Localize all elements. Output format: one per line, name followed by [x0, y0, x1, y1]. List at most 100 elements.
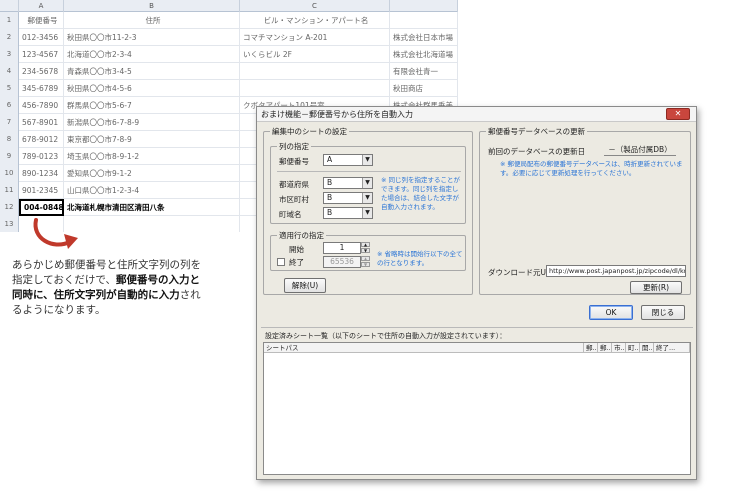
sheet-cell[interactable]: 890-1234: [19, 165, 64, 182]
sheet-cell[interactable]: 群馬県〇〇市5-6-7: [64, 97, 240, 114]
end-row-stepper[interactable]: 65536 ▲ ▼: [323, 256, 370, 268]
sheet-cell[interactable]: 901-2345: [19, 182, 64, 199]
caption-emphasis-1: 郵便番号の入力と: [115, 274, 200, 286]
sheet-cell[interactable]: コマチマンション A-201: [240, 29, 390, 46]
start-row-value: 1: [339, 243, 345, 252]
header-cell-address[interactable]: 住所: [64, 12, 240, 29]
list-col-pref[interactable]: 郵...: [598, 343, 612, 353]
row-number[interactable]: 8: [0, 131, 19, 148]
sheet-cell[interactable]: 123-4567: [19, 46, 64, 63]
sheet-list[interactable]: シートパス 郵... 郵... 市... 町... 開... 終了...: [263, 342, 691, 475]
list-col-sheet-path[interactable]: シートパス: [264, 343, 584, 353]
sheet-cell[interactable]: 北海道〇〇市2-3-4: [64, 46, 240, 63]
table-row: 1 郵便番号 住所 ビル・マンション・アパート名: [0, 12, 458, 29]
sheet-cell[interactable]: 秋田商店: [390, 80, 458, 97]
sheet-cell[interactable]: 北海道札幌市清田区清田八条: [64, 199, 240, 216]
divider: [261, 327, 693, 328]
sheet-cell[interactable]: いくらビル 2F: [240, 46, 390, 63]
postal-column-select[interactable]: A ▼: [323, 154, 373, 166]
sheet-cell[interactable]: 山口県〇〇市1-2-3-4: [64, 182, 240, 199]
stepper-up-icon[interactable]: ▲: [361, 242, 370, 247]
city-label: 市区町村: [279, 195, 309, 204]
sheet-cell[interactable]: 456-7890: [19, 97, 64, 114]
row-number[interactable]: 10: [0, 165, 19, 182]
pref-column-value: B: [327, 178, 333, 187]
close-button[interactable]: 閉じる: [641, 305, 685, 320]
sheet-cell[interactable]: 678-9012: [19, 131, 64, 148]
town-column-select[interactable]: B ▼: [323, 207, 373, 219]
stepper-down-icon[interactable]: ▼: [361, 248, 370, 253]
select-all-corner[interactable]: [0, 0, 19, 12]
start-row-stepper[interactable]: 1 ▲ ▼: [323, 242, 370, 254]
sheet-cell[interactable]: [240, 80, 390, 97]
close-icon[interactable]: ✕: [666, 108, 690, 120]
column-header-a[interactable]: A: [19, 0, 64, 12]
row-group-label: 適用行の指定: [277, 230, 326, 241]
row-number[interactable]: 9: [0, 148, 19, 165]
row-number[interactable]: 1: [0, 12, 19, 29]
sheet-cell[interactable]: [240, 63, 390, 80]
sheet-cell[interactable]: 004-0848: [19, 199, 64, 216]
header-cell-building[interactable]: ビル・マンション・アパート名: [240, 12, 390, 29]
list-col-city[interactable]: 市...: [612, 343, 626, 353]
city-column-select[interactable]: B ▼: [323, 192, 373, 204]
header-cell-postal[interactable]: 郵便番号: [19, 12, 64, 29]
sheet-cell[interactable]: [390, 12, 458, 29]
row-note: ※ 省略時は開始行以下の全ての行となります。: [377, 250, 463, 267]
sheet-cell[interactable]: 埼玉県〇〇市8-9-1-2: [64, 148, 240, 165]
sheet-cell[interactable]: 有限会社青一: [390, 63, 458, 80]
divider: [277, 171, 461, 172]
sheet-cell[interactable]: 青森県〇〇市3-4-5: [64, 63, 240, 80]
caption-line-4: るようになります。: [12, 304, 106, 316]
postal-label: 郵便番号: [279, 157, 309, 166]
list-col-end[interactable]: 終了...: [654, 343, 690, 353]
row-number[interactable]: 2: [0, 29, 19, 46]
curved-arrow-icon: [33, 218, 78, 249]
postal-column-value: A: [327, 155, 333, 164]
db-note: ※ 郵便局配布の郵便番号データベースは、時折更新されています。必要に応じて更新処…: [500, 160, 683, 177]
column-header-c[interactable]: C: [240, 0, 390, 12]
sheet-cell[interactable]: 株式会社北海道場: [390, 46, 458, 63]
ok-button[interactable]: OK: [589, 305, 633, 320]
update-button[interactable]: 更新(R): [630, 281, 682, 294]
row-number[interactable]: 12: [0, 199, 19, 216]
pref-column-select[interactable]: B ▼: [323, 177, 373, 189]
chevron-down-icon: ▼: [362, 208, 372, 218]
column-group-label: 列の指定: [277, 141, 311, 152]
end-row-checkbox[interactable]: [277, 258, 285, 266]
row-number[interactable]: 7: [0, 114, 19, 131]
row-number[interactable]: 6: [0, 97, 19, 114]
row-number[interactable]: 3: [0, 46, 19, 63]
sheet-cell[interactable]: 新潟県〇〇市6-7-8-9: [64, 114, 240, 131]
sheet-cell[interactable]: 愛知県〇〇市9-1-2: [64, 165, 240, 182]
sheet-cell[interactable]: 秋田県〇〇市4-5-6: [64, 80, 240, 97]
row-number[interactable]: 5: [0, 80, 19, 97]
chevron-down-icon: ▼: [362, 193, 372, 203]
list-col-postal[interactable]: 郵...: [584, 343, 598, 353]
sheet-cell[interactable]: 秋田県〇〇市11-2-3: [64, 29, 240, 46]
stepper-up-icon[interactable]: ▲: [361, 256, 370, 261]
sheet-cell[interactable]: 567-8901: [19, 114, 64, 131]
row-number[interactable]: 13: [0, 216, 19, 232]
sheet-cell[interactable]: [64, 216, 240, 232]
row-number[interactable]: 4: [0, 63, 19, 80]
town-label: 町域名: [279, 210, 302, 219]
sheet-list-caption: 設定済みシート一覧（以下のシートで住所の自動入力が設定されています）：: [265, 332, 507, 340]
release-button[interactable]: 解除(U): [284, 278, 326, 293]
list-col-town[interactable]: 町...: [626, 343, 640, 353]
column-header-d[interactable]: [390, 0, 458, 12]
caption-emphasis-2: 同時に、住所文字列が自動的に入力: [12, 289, 180, 301]
column-header-b[interactable]: B: [64, 0, 240, 12]
sheet-cell[interactable]: 789-0123: [19, 148, 64, 165]
list-col-start[interactable]: 開...: [640, 343, 654, 353]
dialog-title: おまけ機能－郵便番号から住所を自動入力: [261, 110, 413, 119]
sheet-cell[interactable]: 012-3456: [19, 29, 64, 46]
sheet-cell[interactable]: 株式会社日本市場: [390, 29, 458, 46]
stepper-down-icon[interactable]: ▼: [361, 262, 370, 267]
download-url-field[interactable]: http://www.post.japanpost.jp/zipcode/dl/…: [546, 265, 686, 277]
dialog-titlebar[interactable]: おまけ機能－郵便番号から住所を自動入力 ✕: [257, 107, 696, 122]
sheet-cell[interactable]: 345-6789: [19, 80, 64, 97]
sheet-cell[interactable]: 234-5678: [19, 63, 64, 80]
row-number[interactable]: 11: [0, 182, 19, 199]
sheet-cell[interactable]: 東京都〇〇市7-8-9: [64, 131, 240, 148]
